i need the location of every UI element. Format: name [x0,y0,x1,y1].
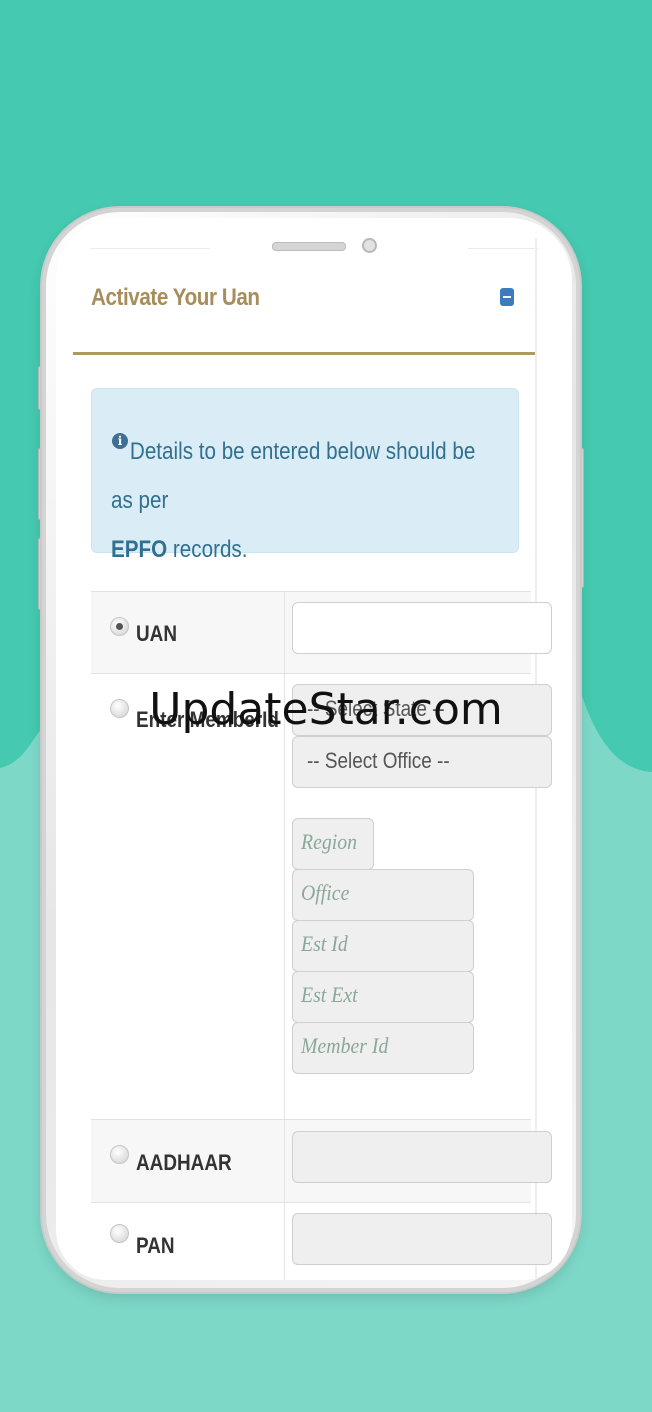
uan-radio[interactable] [110,617,129,636]
uan-input[interactable] [292,602,552,654]
phone-camera [362,238,377,253]
panel-header-divider [73,352,535,355]
alert-text-tail: records. [167,536,248,563]
member-id-input[interactable]: Member Id [292,1022,474,1074]
pan-label: PAN [136,1233,175,1258]
watermark: UpdateStar.com [149,684,503,735]
panel-title: Activate Your Uan [91,284,260,311]
alert-text-main: Details to be entered below should be as… [111,438,476,514]
office-select[interactable]: -- Select Office -- [292,736,552,788]
table-row-member-id: Enter MemberId -- Select State -- -- Sel… [91,673,552,1120]
alert-text: Details to be entered below should be as… [111,427,489,574]
pan-input[interactable] [292,1213,552,1265]
aadhaar-input[interactable] [292,1131,552,1183]
screen-top-line-left [90,248,210,249]
aadhaar-label: AADHAAR [136,1150,232,1175]
est-ext-input[interactable]: Est Ext [292,971,474,1023]
office-input[interactable]: Office [292,869,474,921]
table-row-uan: UAN [91,591,552,674]
phone-screen: Activate Your Uan i Details to be entere… [56,218,572,1280]
region-input[interactable]: Region [292,818,374,870]
phone-speaker [272,242,346,251]
aadhaar-radio[interactable] [110,1145,129,1164]
table-row-aadhaar: AADHAAR [91,1119,552,1203]
est-id-input[interactable]: Est Id [292,920,474,972]
pan-radio[interactable] [110,1224,129,1243]
alert-text-bold: EPFO [111,536,168,563]
uan-label: UAN [136,621,177,646]
screen-top-line-right [468,248,538,249]
table-row-pan: PAN [91,1202,552,1280]
minus-square-icon[interactable] [500,288,514,306]
info-alert: i Details to be entered below should be … [91,388,519,563]
